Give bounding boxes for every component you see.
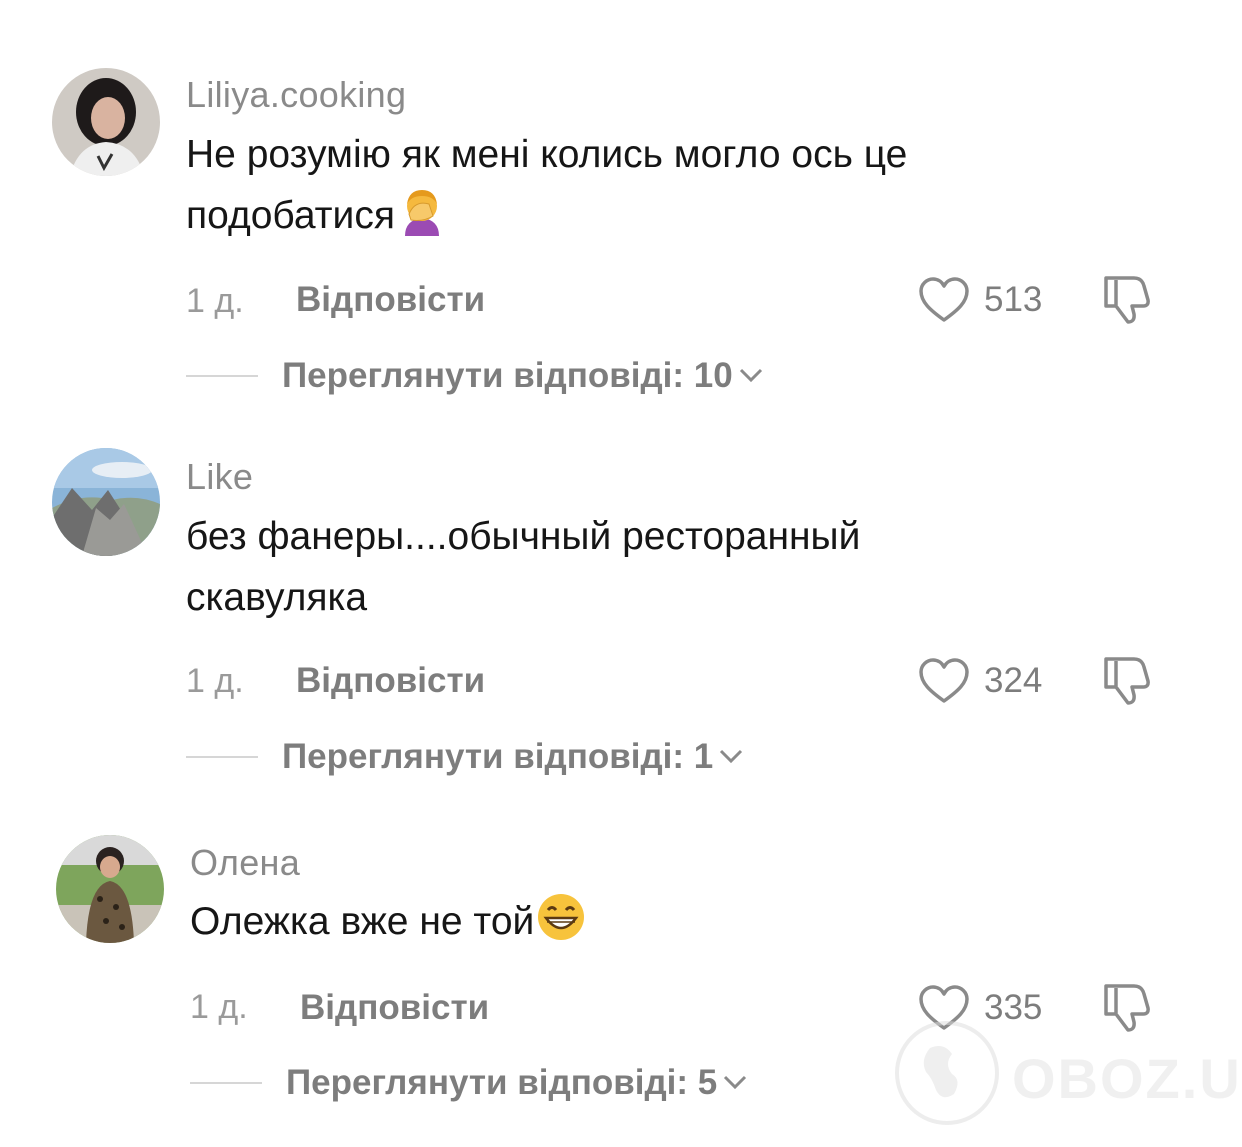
face-palm-emoji (404, 190, 439, 236)
view-replies-button[interactable]: Переглянути відповіді: 1 (282, 737, 745, 777)
divider (186, 375, 258, 377)
chevron-down-icon (724, 1075, 747, 1090)
comment-text-line: без фанеры....обычный ресторанный (186, 515, 861, 558)
comment-text-line: Не розумію як мені колись могло ось це (186, 133, 908, 176)
view-replies-label: Переглянути відповіді: 1 (282, 737, 714, 776)
username[interactable]: Liliya.cooking (186, 74, 406, 116)
comment-text-line: Олежка вже не той (190, 891, 1150, 952)
reply-button[interactable]: Відповісти (300, 988, 489, 1028)
thumbs-down-icon[interactable] (1098, 653, 1152, 707)
thumbs-down-icon[interactable] (1098, 272, 1152, 326)
watermark-text: OBOZ.UA (1012, 1047, 1242, 1110)
comment-text: Не розумію як мені колись могло ось це п… (186, 124, 1146, 246)
grinning-face-emoji (538, 894, 585, 940)
like-count: 513 (984, 280, 1043, 319)
comment-text: без фанеры....обычный ресторанный скавул… (186, 506, 1146, 628)
chevron-down-icon (720, 749, 743, 764)
timestamp: 1 д. (186, 662, 244, 700)
avatar-image (52, 68, 160, 176)
heart-outline-icon[interactable] (918, 657, 970, 705)
view-replies-button[interactable]: Переглянути відповіді: 10 (282, 356, 765, 396)
like-count: 324 (984, 661, 1043, 700)
reply-button[interactable]: Відповісти (296, 280, 485, 320)
divider (186, 756, 258, 758)
comment-text-segment: Олежка вже не той (190, 900, 535, 943)
heart-outline-icon[interactable] (918, 276, 970, 324)
avatar[interactable] (56, 835, 164, 943)
globe-logo-icon (895, 1021, 999, 1125)
chevron-down-icon (739, 368, 762, 383)
avatar-image (52, 448, 160, 556)
comment-text: Олежка вже не той (190, 891, 1150, 952)
view-replies-button[interactable]: Переглянути відповіді: 5 (286, 1063, 749, 1103)
view-replies-label: Переглянути відповіді: 10 (282, 356, 733, 395)
watermark: OBOZ.UA (892, 1018, 1242, 1138)
reply-button[interactable]: Відповісти (296, 661, 485, 701)
timestamp: 1 д. (190, 988, 248, 1026)
view-replies-label: Переглянути відповіді: 5 (286, 1063, 718, 1102)
divider (190, 1082, 262, 1084)
username[interactable]: Like (186, 456, 253, 498)
comment-text-line: подобатися (186, 185, 1146, 246)
avatar[interactable] (52, 68, 160, 176)
comment-text-line: скавуляка (186, 576, 368, 619)
comment-text-segment: подобатися (186, 194, 395, 237)
avatar-image (56, 835, 164, 943)
avatar[interactable] (52, 448, 160, 556)
username[interactable]: Олена (190, 842, 300, 884)
timestamp: 1 д. (186, 282, 244, 320)
